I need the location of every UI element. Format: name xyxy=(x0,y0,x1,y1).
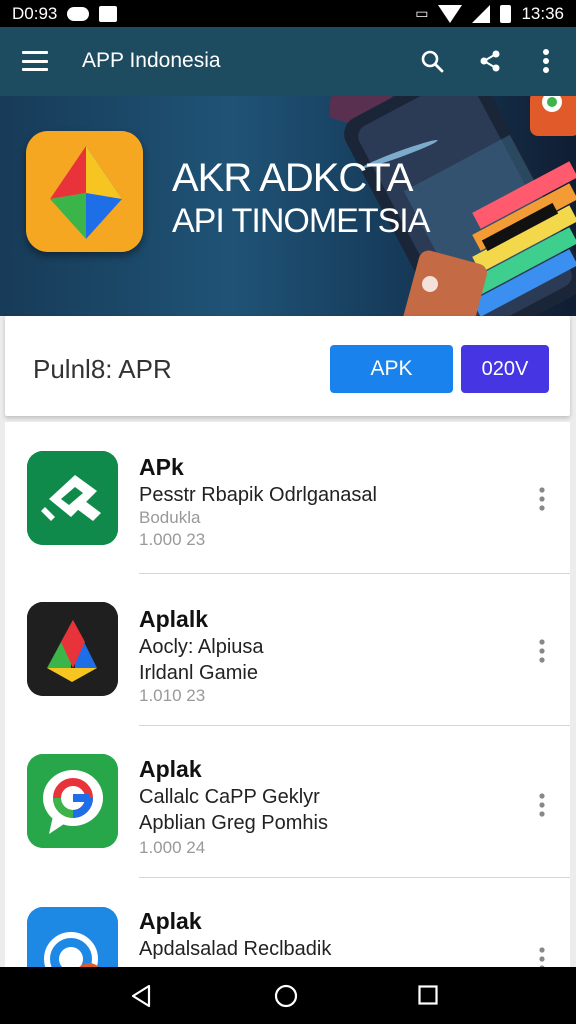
search-icon[interactable] xyxy=(420,49,444,73)
item-description: Pesstr Rbapik Odrlganasal xyxy=(139,484,377,506)
item-subtitle: Apblian Greg Pomhis xyxy=(139,812,328,834)
item-version: 1.000 23 xyxy=(139,530,206,549)
apk-button[interactable]: APK xyxy=(330,345,453,393)
item-title: Aplak xyxy=(139,756,202,782)
app-icon-green xyxy=(27,451,118,545)
navigation-bar xyxy=(0,967,576,1024)
item-title: APk xyxy=(139,454,184,480)
screen: D0:93 ▭ 13:36 APP Indonesia AKR ADKCTA A… xyxy=(0,0,576,1024)
app-list: APk Pesstr Rbapik Odrlganasal Bodukla 1.… xyxy=(5,422,570,967)
list-item[interactable]: Aplak Callalc CaPP Geklyr Apblian Greg P… xyxy=(5,726,570,878)
item-description: Apdalsalad Reclbadik xyxy=(139,938,332,960)
item-version: 1.000 24 xyxy=(139,838,206,857)
app-title: APP Indonesia xyxy=(82,49,221,72)
app-bar: APP Indonesia xyxy=(0,27,576,96)
status-time-left: D0:93 xyxy=(12,3,58,23)
status-bar: D0:93 ▭ 13:36 xyxy=(0,0,576,27)
home-icon[interactable] xyxy=(274,984,298,1008)
app-icon-blue xyxy=(27,907,118,967)
share-icon[interactable] xyxy=(478,49,502,73)
wifi-icon xyxy=(438,4,463,23)
banner-subtitle: API TINOMETSIA xyxy=(172,202,430,240)
item-title: Aplalk xyxy=(139,606,209,632)
menu-icon[interactable] xyxy=(22,51,48,71)
sd-card-icon xyxy=(99,5,118,22)
status-time-right: 13:36 xyxy=(521,3,564,23)
app-logo-icon xyxy=(26,131,143,252)
filter-card: Pulnl8: APR APK 020V xyxy=(5,316,570,416)
banner-title: AKR ADKCTA xyxy=(172,156,413,200)
cloud-icon xyxy=(67,6,90,21)
signal-icon xyxy=(472,4,491,23)
more-vert-icon[interactable] xyxy=(535,638,549,664)
item-title: Aplak xyxy=(139,908,202,934)
battery-icon xyxy=(500,4,512,23)
list-item[interactable]: Aplalk Aocly: Alpiusa Irldanl Gamie 1.01… xyxy=(5,574,570,726)
item-description: Callalc CaPP Geklyr xyxy=(139,786,320,808)
item-version: 1.010 23 xyxy=(139,686,206,705)
item-subtitle: Bodukla xyxy=(139,508,201,527)
recents-icon[interactable] xyxy=(418,985,438,1005)
promo-banner[interactable]: AKR ADKCTA API TINOMETSIA xyxy=(0,96,576,316)
item-subtitle: Irldanl Gamie xyxy=(139,662,258,684)
list-item[interactable]: Aplak Apdalsalad Reclbadik xyxy=(5,880,570,967)
vibrate-icon: ▭ xyxy=(415,5,429,21)
back-icon[interactable] xyxy=(130,984,152,1008)
app-icon-chat xyxy=(27,754,118,848)
more-vert-icon[interactable] xyxy=(536,47,556,75)
list-item[interactable]: APk Pesstr Rbapik Odrlganasal Bodukla 1.… xyxy=(5,422,570,574)
item-description: Aocly: Alpiusa xyxy=(139,636,264,658)
more-vert-icon[interactable] xyxy=(535,946,549,967)
more-vert-icon[interactable] xyxy=(535,792,549,818)
version-button[interactable]: 020V xyxy=(461,345,549,393)
app-icon-dark xyxy=(27,602,118,696)
more-vert-icon[interactable] xyxy=(535,486,549,512)
filter-label: Pulnl8: APR xyxy=(33,354,172,384)
